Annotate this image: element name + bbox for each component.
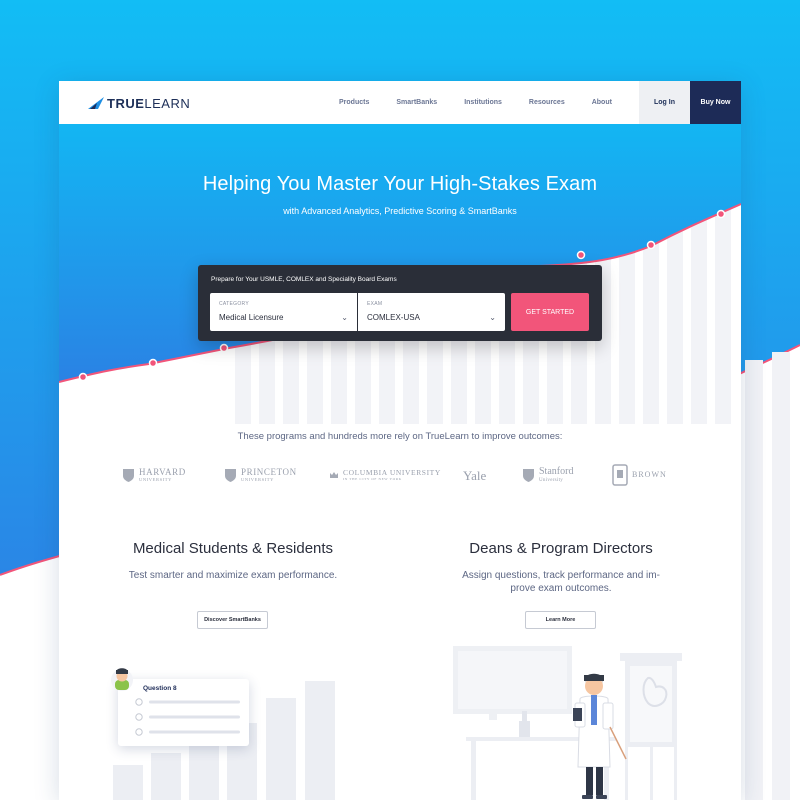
get-started-button[interactable]: GET STARTED [511, 293, 589, 331]
login-button[interactable]: Log In [639, 81, 690, 124]
nav-links: Products SmartBanks Institutions Resourc… [339, 81, 639, 124]
students-heading: Medical Students & Residents [132, 540, 334, 557]
princeton-logo: PRINCETON UNIVERSITY [224, 462, 297, 488]
buy-now-button[interactable]: Buy Now [690, 81, 741, 124]
nav-link-about[interactable]: About [592, 99, 612, 106]
columbia-logo: COLUMBIA UNIVERSITY IN THE CITY OF NEW YO… [329, 462, 441, 488]
exam-select[interactable]: EXAM COMLEX-USA ⌄ [358, 293, 505, 331]
crown-icon [330, 472, 338, 478]
exam-value: COMLEX-USA [367, 313, 420, 322]
nav-link-resources[interactable]: Resources [529, 99, 565, 106]
learn-more-button[interactable]: Learn More [525, 611, 596, 629]
brand-logo[interactable]: TRUELEARN [88, 94, 190, 112]
hero-subtitle: with Advanced Analytics, Predictive Scor… [283, 206, 517, 216]
exam-search-panel: Prepare for Your USMLE, COMLEX and Speci… [198, 265, 602, 341]
logo-mark-icon [88, 97, 104, 109]
discover-smartbanks-button[interactable]: Discover SmartBanks [197, 611, 268, 629]
lab-doctor-illustration [453, 646, 682, 800]
yale-logo: Yale [463, 467, 487, 483]
exam-label: EXAM [367, 301, 383, 307]
deans-description: Assign questions, track performance and … [462, 570, 660, 594]
hero-title: Helping You Master Your High-Stakes Exam [202, 173, 598, 195]
deans-heading: Deans & Program Directors [469, 540, 653, 557]
shield-icon [225, 468, 236, 482]
category-label: CATEGORY [219, 301, 249, 307]
question-card: Question 8 [111, 668, 249, 746]
brown-logo: BROWN [612, 462, 667, 488]
question-title: Question 8 [143, 685, 177, 692]
trust-statement: These programs and hundreds more rely on… [237, 431, 563, 442]
top-nav: TRUELEARN Products SmartBanks Institutio… [59, 81, 741, 124]
crest-icon [612, 464, 628, 486]
nav-link-smartbanks[interactable]: SmartBanks [396, 99, 437, 106]
harvard-logo: HARVARD UNIVERSITY [122, 462, 186, 488]
nav-link-institutions[interactable]: Institutions [464, 99, 502, 106]
logo-text: TRUELEARN [107, 95, 191, 111]
student-avatar [111, 668, 133, 691]
landing-card: TRUELEARN Products SmartBanks Institutio… [59, 81, 741, 800]
shield-icon [123, 468, 134, 482]
nav-link-products[interactable]: Products [339, 99, 369, 106]
chevron-down-icon: ⌄ [341, 313, 348, 322]
search-prompt: Prepare for Your USMLE, COMLEX and Speci… [211, 276, 397, 283]
students-description: Test smarter and maximize exam performan… [128, 570, 338, 581]
answer-options [135, 698, 240, 736]
category-value: Medical Licensure [219, 313, 284, 322]
stanford-logo: Stanford University [522, 462, 573, 488]
university-logos: HARVARD UNIVERSITY PRINCETON UNIVERSITY CO… [122, 462, 682, 488]
tree-icon [523, 468, 534, 482]
category-select[interactable]: CATEGORY Medical Licensure ⌄ [210, 293, 357, 331]
chevron-down-icon: ⌄ [489, 313, 496, 322]
